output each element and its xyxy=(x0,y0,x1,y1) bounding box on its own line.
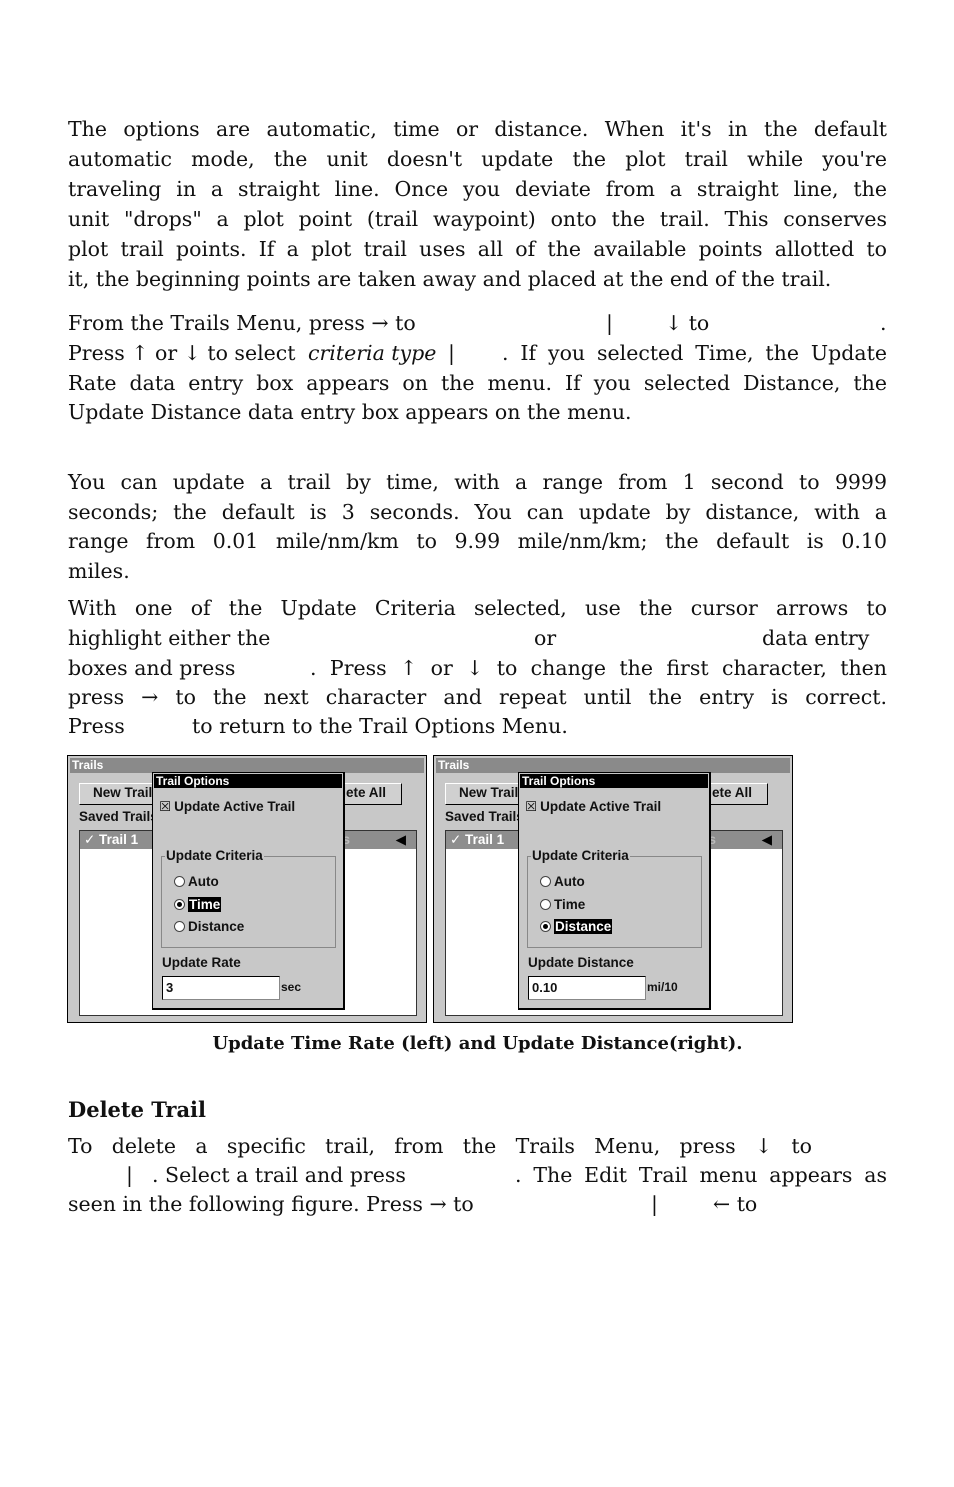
new-trail-button[interactable]: New Trail xyxy=(93,785,152,800)
new-trail-button[interactable]: New Trail xyxy=(459,785,518,800)
radio-auto[interactable]: Auto xyxy=(174,874,219,889)
group-label: Update Criteria xyxy=(165,848,264,863)
text: press → to the next character and repeat… xyxy=(68,685,887,709)
checkbox-label: Update Active Trail xyxy=(540,799,662,814)
dialog-title: Trail Options xyxy=(154,774,342,788)
field-label: Update Rate xyxy=(162,955,241,970)
radio-time[interactable]: Time xyxy=(174,896,222,912)
radio-label: Time xyxy=(188,896,222,912)
text: From the Trails Menu, press → to xyxy=(68,311,416,335)
figure-caption: Update Time Rate (left) and Update Dista… xyxy=(212,1033,743,1054)
data-entry-field[interactable]: 3 xyxy=(162,976,280,1000)
text: | xyxy=(448,341,455,365)
unit-label: sec xyxy=(281,980,302,994)
group-label: Update Criteria xyxy=(531,848,630,863)
text: seen in the following figure. Press → to xyxy=(68,1192,474,1216)
trail-name: ✓ Trail 1 xyxy=(84,832,139,847)
text: Press ↑ or ↓ to select xyxy=(68,341,296,365)
trail-options-screenshot: TrailsNew TrailOptionsDelete AllSaved Tr… xyxy=(433,755,793,1023)
saved-trails-label: Saved Trails xyxy=(79,809,158,824)
text: or xyxy=(534,626,557,650)
text: . Select a trail and press xyxy=(152,1163,406,1187)
text: to return to the Trail Options Menu. xyxy=(192,714,568,738)
trail-options-screenshot: TrailsNew TrailOptionsDelete AllSaved Tr… xyxy=(67,755,427,1023)
text: | xyxy=(126,1163,133,1187)
update-active-trail-checkbox[interactable]: ☒ Update Active Trail xyxy=(159,799,295,815)
radio-icon xyxy=(174,921,185,932)
text-line: range from 0.01 mile/nm/km to 9.99 mile/… xyxy=(68,529,887,553)
text-line: it, the beginning points are taken away … xyxy=(68,267,832,291)
text-line: miles. xyxy=(68,558,130,583)
checkbox-checked-icon: ☒ xyxy=(159,799,172,814)
radio-icon xyxy=(174,898,185,910)
text: criteria type xyxy=(308,341,437,365)
radio-time[interactable]: Time xyxy=(540,897,585,912)
text: boxes and press xyxy=(68,656,236,680)
text: ↓ to xyxy=(665,311,710,335)
text: | xyxy=(651,1192,658,1216)
text: . Press ↑ or ↓ to change the first chara… xyxy=(310,656,887,680)
radio-label: Distance xyxy=(554,919,613,934)
unit-label: mi/10 xyxy=(647,980,678,994)
trail-options-dialog: Trail Options ☒ Update Active Trail Update … xyxy=(518,772,711,1010)
radio-distance[interactable]: Distance xyxy=(174,919,244,934)
radio-icon xyxy=(540,876,551,887)
text-line: unit "drops" a plot point (trail waypoin… xyxy=(68,207,887,231)
radio-label: Auto xyxy=(188,874,219,889)
text: . If you selected Time, the Update xyxy=(502,341,887,365)
update-criteria-group: Update Criteria Auto Time Distance xyxy=(161,848,336,948)
trail-options-dialog: Trail Options ☒ Update Active Trail Update … xyxy=(152,772,345,1010)
text-line: The options are automatic, time or dista… xyxy=(68,117,887,141)
text: With one of the Update Criteria selected… xyxy=(68,596,887,620)
trail-name: ✓ Trail 1 xyxy=(450,832,505,847)
text: Update Distance data entry box appears o… xyxy=(68,400,632,424)
text: highlight either the xyxy=(68,626,271,650)
text: To delete a specific trail, from the Tra… xyxy=(68,1134,812,1158)
text-line: plot trail points. If a plot trail uses … xyxy=(68,237,887,261)
data-entry-field[interactable]: 0.10 xyxy=(528,976,646,1000)
window-title: Trails xyxy=(70,758,424,773)
radio-distance[interactable]: Distance xyxy=(540,919,613,934)
arrow-left-icon: ◀ xyxy=(395,832,406,847)
arrow-left-icon: ◀ xyxy=(761,832,772,847)
text-line: seconds; the default is 3 seconds. You c… xyxy=(68,499,887,524)
window-title: Trails xyxy=(436,758,790,773)
text: . xyxy=(880,311,887,335)
radio-label: Auto xyxy=(554,874,585,889)
radio-icon xyxy=(540,921,551,932)
document-page: The options are automatic, time or dista… xyxy=(0,0,954,1487)
text: data entry xyxy=(762,626,870,650)
checkbox-label: Update Active Trail xyxy=(174,799,296,814)
radio-label: Distance xyxy=(188,919,245,934)
text: Press xyxy=(68,714,125,738)
section-heading: Delete Trail xyxy=(68,1097,207,1122)
radio-label: Time xyxy=(554,896,586,912)
update-criteria-group: Update Criteria Auto Time Distance xyxy=(527,848,702,948)
text-line: automatic mode, the unit doesn't update … xyxy=(68,147,887,171)
text: ← to xyxy=(713,1192,758,1216)
radio-icon xyxy=(540,898,551,910)
text: Rate data entry box appears on the menu.… xyxy=(68,371,887,395)
text-line: traveling in a straight line. Once you d… xyxy=(68,177,887,201)
update-active-trail-checkbox[interactable]: ☒ Update Active Trail xyxy=(525,799,661,815)
checkbox-checked-icon: ☒ xyxy=(525,799,538,814)
radio-icon xyxy=(174,876,185,887)
dialog-title: Trail Options xyxy=(520,774,708,788)
radio-auto[interactable]: Auto xyxy=(540,874,585,889)
text-line: You can update a trail by time, with a r… xyxy=(68,470,887,494)
saved-trails-label: Saved Trails xyxy=(445,809,524,824)
field-label: Update Distance xyxy=(528,955,634,970)
text: . The Edit Trail menu appears as xyxy=(515,1163,887,1187)
text: | xyxy=(606,311,613,335)
